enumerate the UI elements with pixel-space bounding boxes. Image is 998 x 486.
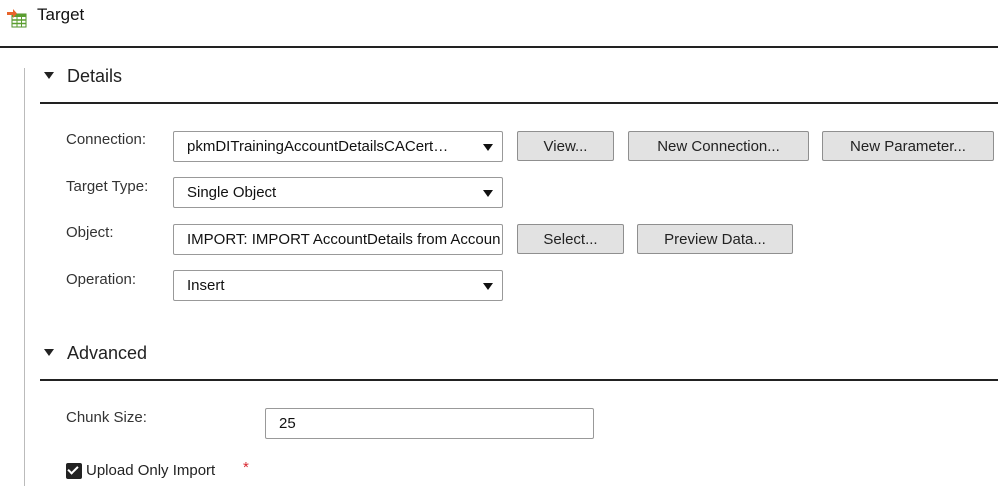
upload-only-import-checkbox[interactable] xyxy=(66,463,82,479)
target-type-value: Single Object xyxy=(187,184,277,201)
panel-left-guide xyxy=(24,68,25,486)
target-type-label: Target Type: xyxy=(66,178,149,195)
caret-down-icon xyxy=(44,72,54,79)
select-object-button[interactable]: Select... xyxy=(517,224,624,254)
advanced-section-title: Advanced xyxy=(67,343,148,363)
required-marker: * xyxy=(243,459,249,476)
advanced-section-toggle[interactable]: Advanced xyxy=(44,343,174,369)
chunk-size-input[interactable]: 25 xyxy=(265,408,594,439)
page-title: Target xyxy=(37,5,85,24)
operation-select[interactable]: Insert xyxy=(173,270,503,301)
chunk-size-label: Chunk Size: xyxy=(66,409,147,426)
panel-header: Target xyxy=(0,0,998,48)
object-label: Object: xyxy=(66,224,114,241)
connection-label: Connection: xyxy=(66,131,147,148)
view-connection-button[interactable]: View... xyxy=(517,131,614,161)
details-section-toggle[interactable]: Details xyxy=(44,66,164,92)
advanced-divider xyxy=(40,379,998,381)
object-field[interactable]: IMPORT: IMPORT AccountDetails from Accou… xyxy=(173,224,503,255)
caret-down-icon xyxy=(44,349,54,356)
new-parameter-button[interactable]: New Parameter... xyxy=(822,131,994,161)
details-divider xyxy=(40,102,998,104)
connection-value: pkmDITrainingAccountDetailsCACert202... xyxy=(187,138,455,155)
operation-value: Insert xyxy=(187,277,225,294)
dropdown-arrow-icon xyxy=(483,190,493,197)
upload-only-import-label: Upload Only Import xyxy=(86,462,216,479)
target-type-select[interactable]: Single Object xyxy=(173,177,503,208)
dropdown-arrow-icon xyxy=(483,283,493,290)
preview-data-button[interactable]: Preview Data... xyxy=(637,224,793,254)
connection-select[interactable]: pkmDITrainingAccountDetailsCACert202... xyxy=(173,131,503,162)
details-section-title: Details xyxy=(67,66,123,86)
new-connection-button[interactable]: New Connection... xyxy=(628,131,809,161)
dropdown-arrow-icon xyxy=(483,144,493,151)
operation-label: Operation: xyxy=(66,271,137,288)
target-table-icon xyxy=(7,9,27,28)
checkmark-icon xyxy=(67,463,79,475)
